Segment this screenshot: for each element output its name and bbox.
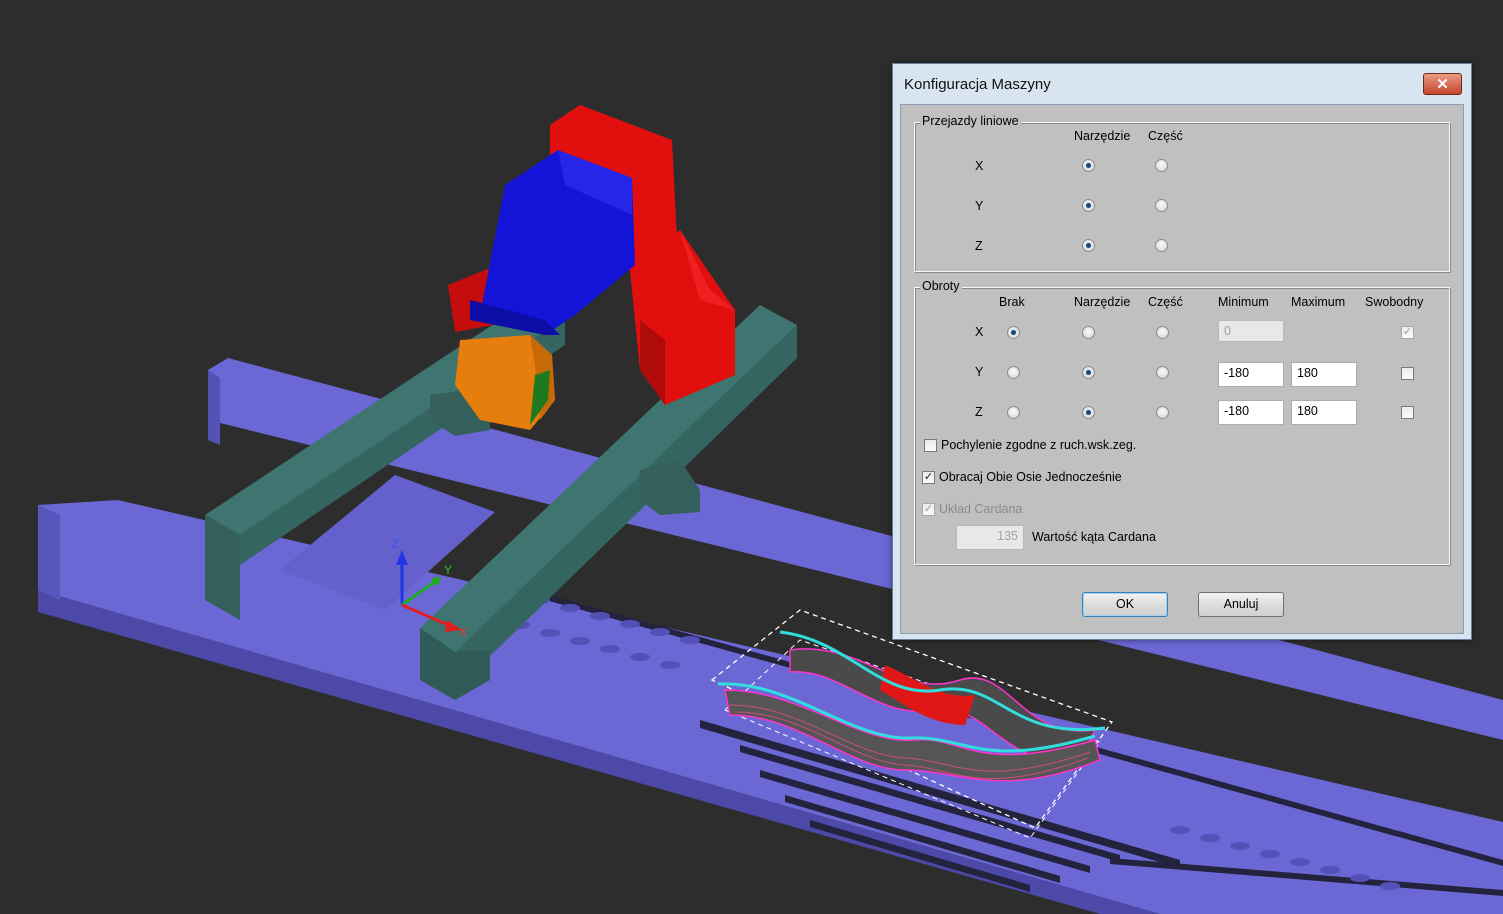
rot-x-part-radio[interactable] — [1156, 326, 1169, 339]
rot-y-part-radio[interactable] — [1156, 366, 1169, 379]
linear-moves-legend: Przejazdy liniowe — [920, 114, 1021, 128]
axis-y-label: Y — [444, 563, 452, 577]
close-button[interactable]: ✕ — [1423, 73, 1462, 95]
linear-col-part: Część — [1148, 129, 1183, 143]
linear-row-x-label: X — [975, 159, 984, 173]
rot-row-x-label: X — [975, 325, 984, 339]
rotations-group — [914, 287, 1450, 565]
rot-y-none-radio[interactable] — [1007, 366, 1020, 379]
rot-x-tool-radio[interactable] — [1082, 326, 1095, 339]
linear-row-y-label: Y — [975, 199, 984, 213]
ok-button[interactable]: OK — [1082, 592, 1168, 617]
rot-col-max: Maximum — [1291, 295, 1346, 309]
rot-z-part-radio[interactable] — [1156, 406, 1169, 419]
linear-moves-group — [914, 122, 1450, 272]
rot-z-min-input[interactable]: -180 — [1218, 400, 1284, 425]
rotate-both-checkbox[interactable]: ✓ — [922, 471, 935, 484]
cancel-button[interactable]: Anuluj — [1198, 592, 1284, 617]
rot-x-free-checkbox[interactable]: ✓ — [1401, 326, 1414, 339]
rot-row-z-label: Z — [975, 405, 983, 419]
rot-z-tool-radio[interactable] — [1082, 406, 1095, 419]
rot-col-free: Swobodny — [1365, 295, 1424, 309]
linear-x-tool-radio[interactable] — [1082, 159, 1095, 172]
linear-z-tool-radio[interactable] — [1082, 239, 1095, 252]
machine-back-rail-face — [208, 370, 220, 445]
rotations-legend: Obroty — [920, 279, 962, 293]
cardan-angle-label: Wartość kąta Cardana — [1032, 530, 1156, 544]
tilt-clockwise-checkbox[interactable] — [924, 439, 937, 452]
rot-col-part: Część — [1148, 295, 1183, 309]
rot-y-min-input[interactable]: -180 — [1218, 362, 1284, 387]
rot-y-free-checkbox[interactable] — [1401, 367, 1414, 380]
rot-z-free-checkbox[interactable] — [1401, 406, 1414, 419]
linear-col-tool: Narzędzie — [1074, 129, 1131, 143]
dialog-title: Konfiguracja Maszyny — [904, 76, 1051, 93]
cardan-checkbox[interactable]: ✓ — [922, 503, 935, 516]
rot-col-none: Brak — [999, 295, 1025, 309]
tilt-clockwise-label[interactable]: Pochylenie zgodne z ruch.wsk.zeg. — [941, 438, 1136, 452]
axis-z-label: Z — [391, 537, 398, 551]
rot-y-tool-radio[interactable] — [1082, 366, 1095, 379]
rotate-both-label[interactable]: Obracaj Obie Osie Jednocześnie — [939, 470, 1122, 484]
machine-bed-left — [38, 505, 60, 600]
linear-y-tool-radio[interactable] — [1082, 199, 1095, 212]
dialog-client-area: Przejazdy liniowe Narzędzie Część X Y Z … — [900, 104, 1464, 634]
linear-row-z-label: Z — [975, 239, 983, 253]
machine-head-blue — [470, 150, 635, 335]
cardan-angle-input[interactable]: 135 — [956, 525, 1024, 550]
rot-y-max-input[interactable]: 180 — [1291, 362, 1357, 387]
linear-y-part-radio[interactable] — [1155, 199, 1168, 212]
rot-x-none-radio[interactable] — [1007, 326, 1020, 339]
rot-row-y-label: Y — [975, 365, 984, 379]
linear-x-part-radio[interactable] — [1155, 159, 1168, 172]
rot-z-none-radio[interactable] — [1007, 406, 1020, 419]
rot-col-tool: Narzędzie — [1074, 295, 1131, 309]
cardan-label: Układ Cardana — [939, 502, 1023, 516]
rot-x-min-input[interactable]: 0 — [1218, 320, 1284, 342]
axis-x-label: X — [459, 625, 467, 639]
close-icon: ✕ — [1436, 76, 1449, 93]
rot-z-max-input[interactable]: 180 — [1291, 400, 1357, 425]
machine-config-dialog: Konfiguracja Maszyny ✕ Przejazdy liniowe… — [892, 63, 1472, 640]
linear-z-part-radio[interactable] — [1155, 239, 1168, 252]
rot-col-min: Minimum — [1218, 295, 1269, 309]
